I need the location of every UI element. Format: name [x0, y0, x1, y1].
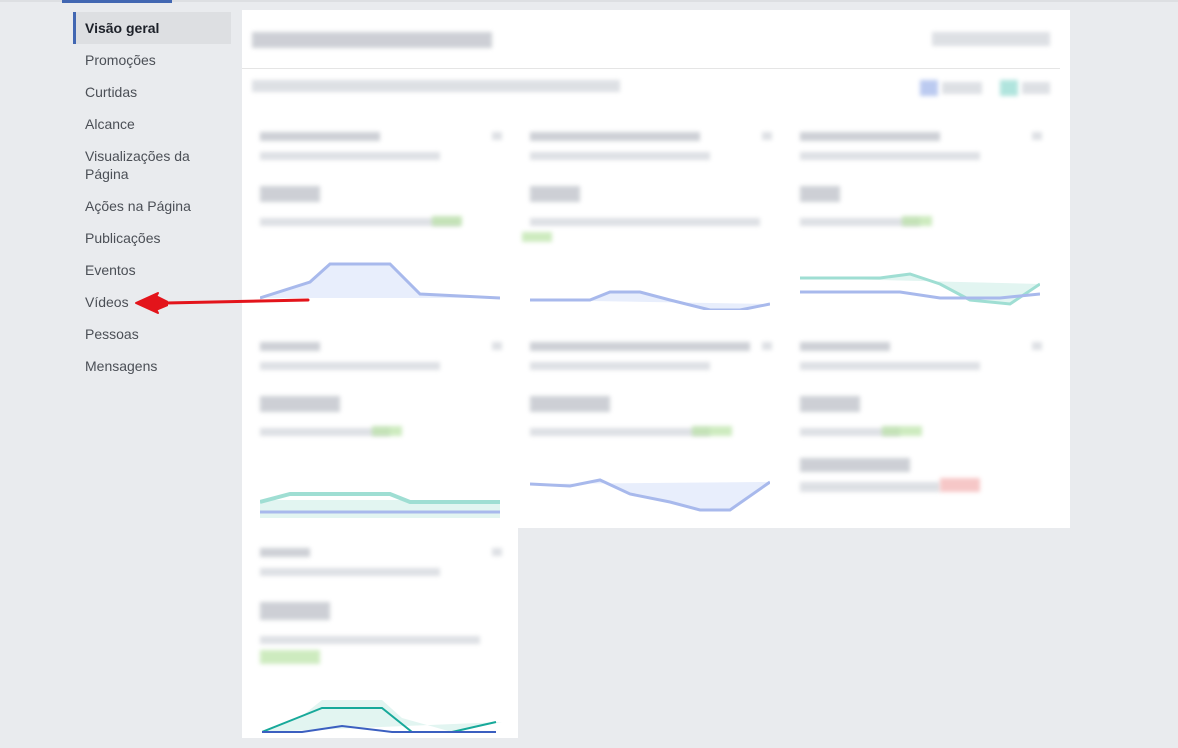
- blurred-icon: [1032, 342, 1042, 350]
- blurred-number: [530, 186, 580, 202]
- blurred-text: [800, 132, 940, 141]
- blurred-delta: [882, 426, 922, 436]
- sidebar-item-overview[interactable]: Visão geral: [73, 12, 231, 44]
- sparkline: [530, 290, 770, 310]
- legend-label: [1022, 82, 1050, 94]
- blurred-text: [530, 428, 710, 436]
- blurred-text: [800, 458, 910, 472]
- blurred-delta: [902, 216, 932, 226]
- blurred-text: [260, 132, 380, 141]
- panel-header: [242, 10, 1060, 69]
- blurred-number: [800, 186, 840, 202]
- insight-card: [242, 324, 512, 534]
- insight-card: [782, 114, 1052, 324]
- blurred-text: [530, 342, 750, 351]
- blurred-text: [260, 548, 310, 557]
- legend-swatch: [1000, 80, 1018, 96]
- sidebar-item-page-actions[interactable]: Ações na Página: [73, 190, 231, 222]
- red-arrow-icon: [135, 292, 310, 314]
- blurred-number: [260, 602, 330, 620]
- blurred-text: [260, 152, 440, 160]
- sparkline: [530, 478, 770, 512]
- blurred-icon: [492, 548, 502, 556]
- sparkline: [262, 700, 502, 733]
- insight-card-bottom: [242, 528, 518, 738]
- blurred-icon: [492, 342, 502, 350]
- sidebar-item-promotions[interactable]: Promoções: [73, 44, 231, 76]
- legend-label: [942, 82, 982, 94]
- blurred-header-button: [932, 32, 1050, 46]
- blurred-text: [260, 342, 320, 351]
- blurred-text: [530, 132, 700, 141]
- blurred-text: [530, 362, 710, 370]
- top-tab-indicator: [62, 0, 172, 3]
- blurred-text: [800, 482, 940, 492]
- sidebar-item-messages[interactable]: Mensagens: [73, 350, 231, 382]
- blurred-delta: [372, 426, 402, 436]
- blurred-icon: [492, 132, 502, 140]
- blurred-text: [800, 362, 980, 370]
- blurred-summary: [252, 80, 620, 92]
- insight-card: [512, 114, 782, 324]
- blurred-number: [260, 186, 320, 202]
- blurred-text: [260, 218, 460, 226]
- blurred-delta: [522, 232, 552, 242]
- blurred-number: [800, 396, 860, 412]
- blurred-title: [252, 32, 492, 48]
- blurred-delta: [940, 478, 980, 492]
- blurred-number: [260, 396, 340, 412]
- sidebar-item-reach[interactable]: Alcance: [73, 108, 231, 140]
- overview-panel-blurred: [242, 10, 1070, 528]
- insight-card: [782, 324, 1052, 534]
- sidebar-item-posts[interactable]: Publicações: [73, 222, 231, 254]
- blurred-text: [800, 342, 890, 351]
- top-divider: [0, 0, 1178, 2]
- blurred-text: [260, 636, 480, 644]
- blurred-text: [260, 568, 440, 576]
- blurred-icon: [762, 342, 772, 350]
- blurred-delta: [432, 216, 462, 226]
- blurred-icon: [1032, 132, 1042, 140]
- blurred-text: [260, 362, 440, 370]
- sidebar-item-people[interactable]: Pessoas: [73, 318, 231, 350]
- legend-swatch: [920, 80, 938, 96]
- sparkline: [800, 272, 1040, 306]
- blurred-text: [530, 152, 710, 160]
- insights-sidebar: Visão geral Promoções Curtidas Alcance V…: [73, 12, 231, 382]
- blurred-text: [800, 152, 980, 160]
- sidebar-item-page-views[interactable]: Visualizações da Página: [73, 140, 231, 190]
- insight-card: [512, 324, 782, 534]
- blurred-delta: [692, 426, 732, 436]
- blurred-number: [530, 396, 610, 412]
- blurred-text: [530, 218, 760, 226]
- blurred-text: [260, 428, 390, 436]
- sparkline: [260, 492, 500, 518]
- blurred-icon: [762, 132, 772, 140]
- blurred-delta: [260, 650, 320, 664]
- sidebar-item-events[interactable]: Eventos: [73, 254, 231, 286]
- sidebar-item-likes[interactable]: Curtidas: [73, 76, 231, 108]
